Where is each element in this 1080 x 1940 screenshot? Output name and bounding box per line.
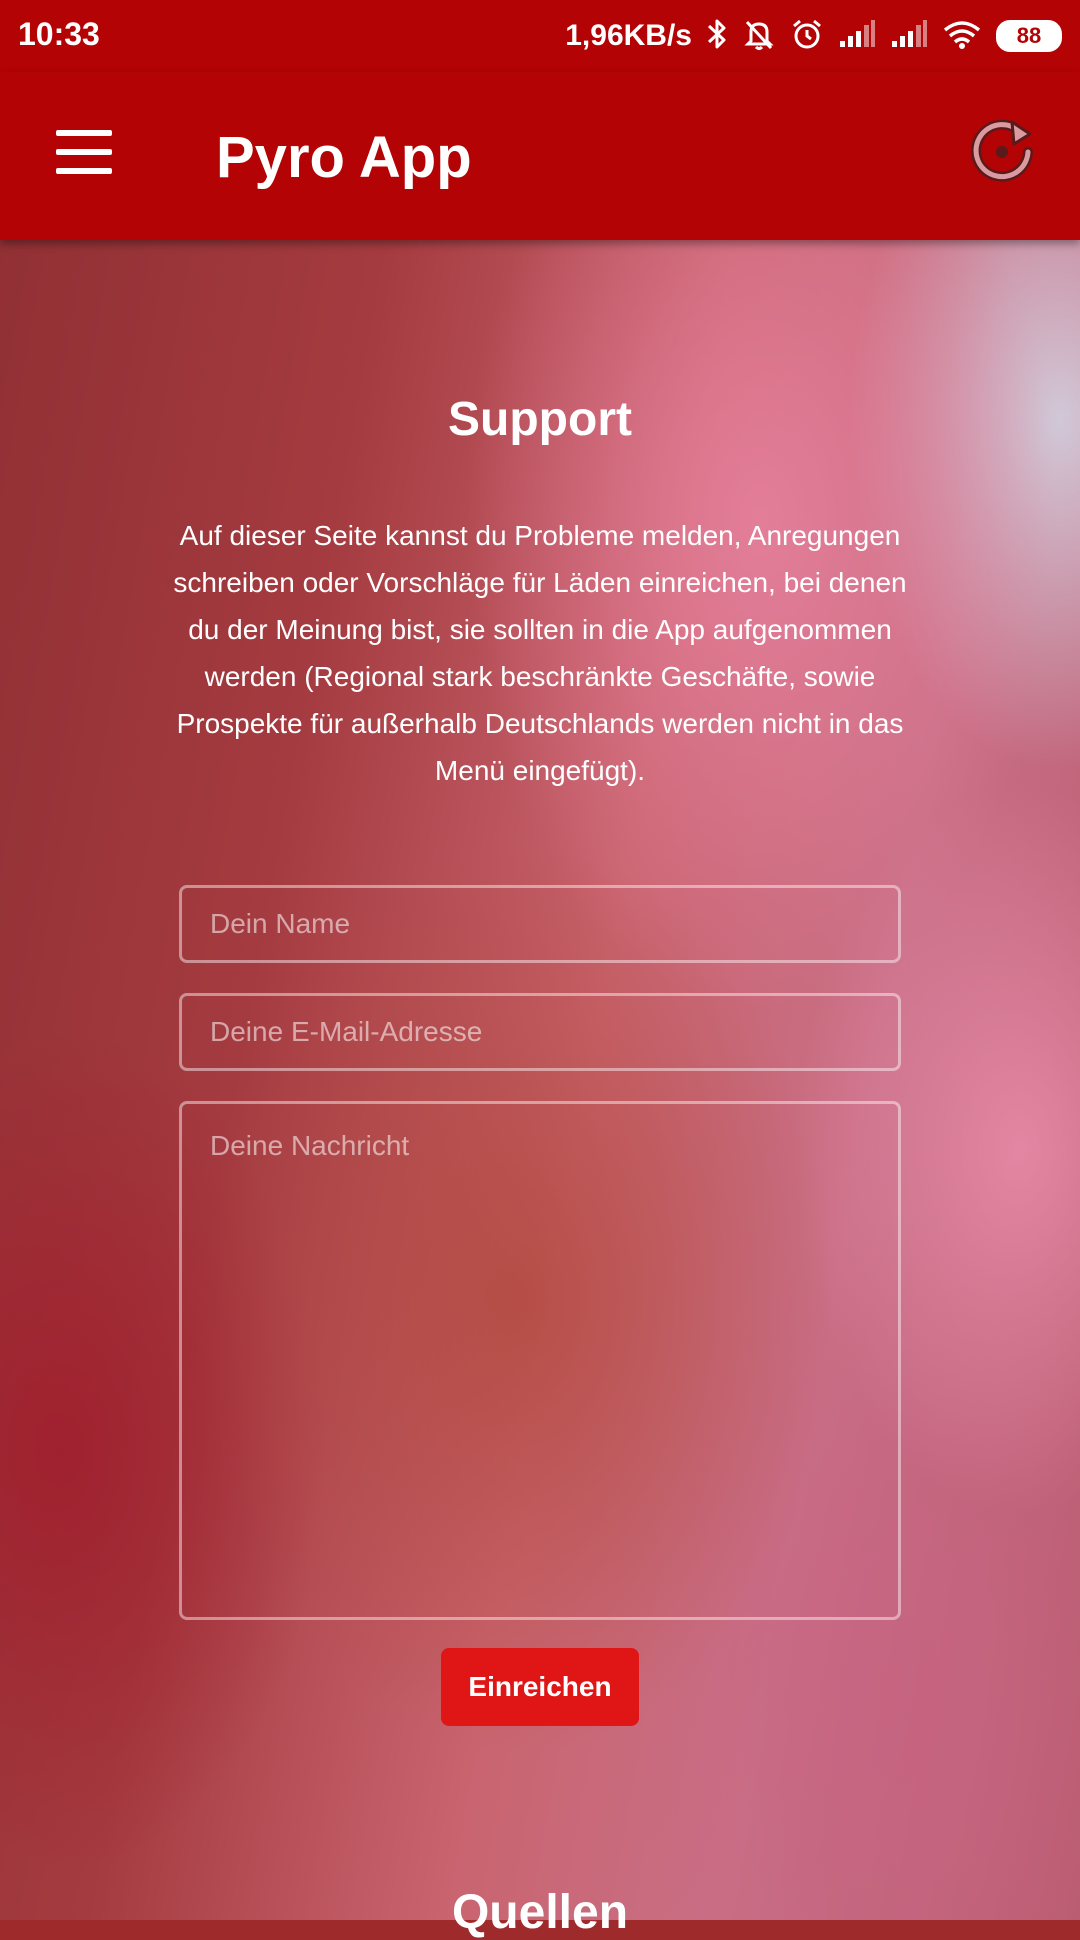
sources-title: Quellen — [451, 1886, 629, 1939]
status-bar: 10:33 1,96KB/s 88 — [0, 0, 1080, 72]
app-bar: Pyro App — [0, 72, 1080, 240]
battery-indicator: 88 — [996, 20, 1062, 52]
wifi-icon — [942, 18, 982, 55]
app-title: Pyro App — [216, 125, 472, 190]
support-description: Auf dieser Seite kannst du Probleme meld… — [173, 520, 907, 786]
email-input[interactable] — [179, 993, 901, 1071]
status-icons: 1,96KB/s 88 — [565, 14, 1062, 58]
alarm-icon — [790, 17, 824, 56]
name-input[interactable] — [179, 885, 901, 963]
bluetooth-icon — [706, 17, 728, 56]
refresh-button[interactable] — [964, 112, 1040, 188]
status-time: 10:33 — [18, 16, 100, 52]
network-speed: 1,96KB/s — [565, 19, 692, 52]
menu-button[interactable] — [40, 122, 130, 182]
message-textarea[interactable] — [179, 1101, 901, 1620]
submit-button[interactable]: Einreichen — [441, 1648, 639, 1726]
signal-icon — [890, 19, 928, 54]
refresh-icon — [971, 119, 1033, 182]
support-title: Support — [448, 393, 632, 446]
muted-bell-icon — [742, 17, 776, 56]
signal-icon — [838, 19, 876, 54]
